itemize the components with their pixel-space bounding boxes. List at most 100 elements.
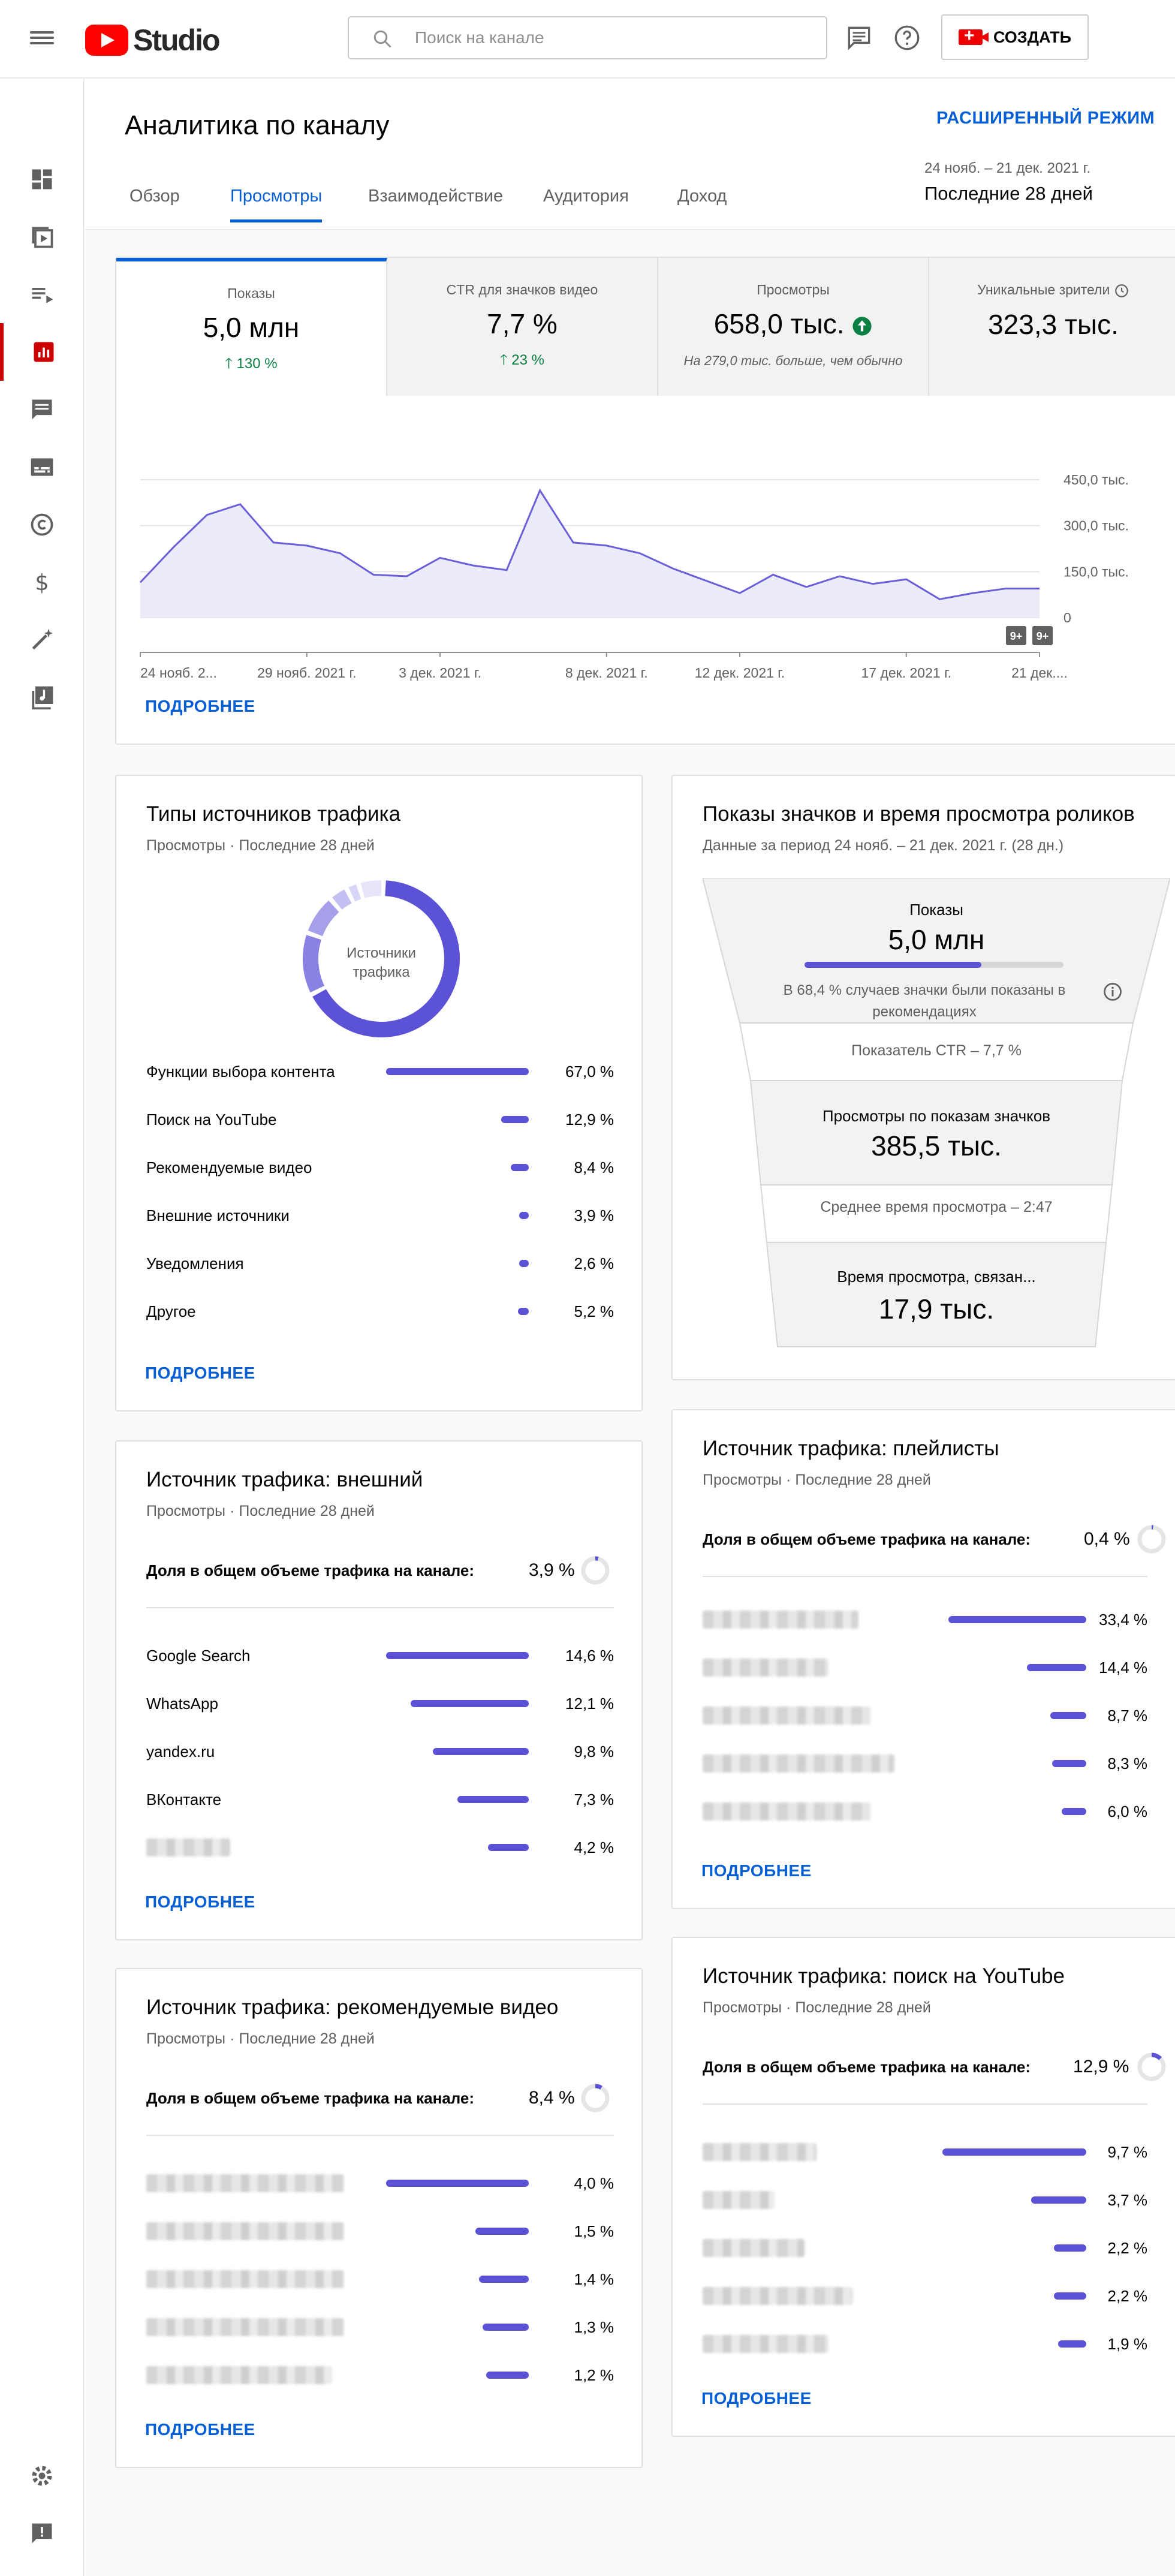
date-range-picker[interactable]: 24 нояб. – 21 дек. 2021 г. Последние 28 …	[924, 160, 1093, 204]
list-item[interactable]: 33,4 %	[703, 1607, 1147, 1631]
list-item[interactable]: 4,2 %	[146, 1835, 614, 1859]
data-point[interactable]	[338, 552, 342, 555]
list-item[interactable]: 1,2 %	[146, 2363, 614, 2387]
list-item[interactable]: 6,0 %	[703, 1799, 1147, 1823]
list-item[interactable]: Рекомендуемые видео 8,4 %	[146, 1155, 614, 1179]
advanced-mode-link[interactable]: РАСШИРЕННЫЙ РЕЖИМ	[936, 109, 1155, 128]
data-point[interactable]	[405, 574, 408, 578]
settings-icon[interactable]	[0, 2447, 84, 2505]
data-point[interactable]	[1038, 586, 1041, 590]
metric-views[interactable]: Просмотры 658,0 тыс. На 279,0 тыс. больш…	[658, 258, 929, 396]
analytics-icon[interactable]	[0, 323, 84, 381]
donut-slice[interactable]	[308, 900, 339, 937]
list-item[interactable]: ВКонтакте 7,3 %	[146, 1787, 614, 1811]
dashboard-icon[interactable]	[0, 151, 84, 208]
data-point[interactable]	[1004, 586, 1008, 590]
list-item[interactable]: 3,7 %	[703, 2187, 1147, 2211]
data-point[interactable]	[505, 568, 508, 572]
studio-logo[interactable]: Studio	[85, 23, 221, 58]
data-point[interactable]	[138, 580, 142, 584]
content-icon[interactable]	[0, 208, 84, 266]
data-point[interactable]	[938, 597, 941, 601]
reach-line-chart[interactable]: 450,0 тыс. 300,0 тыс. 150,0 тыс. 0 24 нояб. …	[128, 438, 1165, 690]
list-item[interactable]: Google Search 14,6 %	[146, 1643, 614, 1667]
list-item[interactable]: 1,4 %	[146, 2267, 614, 2291]
list-item[interactable]: 1,5 %	[146, 2219, 614, 2243]
data-point[interactable]	[239, 502, 242, 506]
tab-revenue[interactable]: Доход	[677, 186, 727, 219]
list-item[interactable]: WhatsApp 12,1 %	[146, 1691, 614, 1715]
more-link[interactable]: ПОДРОБНЕЕ	[145, 2420, 255, 2439]
list-item[interactable]: Внешние источники 3,9 %	[146, 1203, 614, 1227]
list-item[interactable]: Поиск на YouTube 12,9 %	[146, 1107, 614, 1131]
data-point[interactable]	[704, 579, 708, 583]
tab-overview[interactable]: Обзор	[129, 186, 180, 219]
row-bar	[457, 1796, 529, 1803]
metric-impressions[interactable]: Показы 5,0 млн 🡑 130 %	[116, 258, 387, 396]
data-point[interactable]	[838, 574, 842, 578]
subtitles-icon[interactable]	[0, 438, 84, 496]
data-point[interactable]	[172, 545, 176, 549]
data-point[interactable]	[205, 513, 209, 517]
customization-icon[interactable]	[0, 611, 84, 669]
data-point[interactable]	[971, 591, 975, 595]
search-input[interactable]	[415, 17, 811, 58]
messages-icon[interactable]	[844, 23, 874, 53]
list-item[interactable]: 2,2 %	[703, 2235, 1147, 2259]
menu-icon[interactable]	[30, 28, 54, 49]
monetization-icon[interactable]: $	[0, 553, 84, 611]
metric-unique-viewers[interactable]: Уникальные зрители 323,3 тыс.	[929, 258, 1175, 396]
more-link[interactable]: ПОДРОБНЕЕ	[145, 1364, 255, 1383]
search-box[interactable]	[348, 16, 827, 59]
data-point[interactable]	[571, 541, 575, 544]
feedback-icon[interactable]	[0, 2505, 84, 2562]
donut-slice[interactable]	[303, 935, 325, 993]
list-item[interactable]: 1,9 %	[703, 2331, 1147, 2355]
donut-slice[interactable]	[332, 889, 352, 910]
data-point[interactable]	[605, 544, 608, 547]
more-link[interactable]: ПОДРОБНЕЕ	[145, 697, 255, 716]
metric-ctr[interactable]: CTR для значков видео 7,7 % 🡑 23 %	[387, 258, 658, 396]
data-point[interactable]	[671, 567, 675, 570]
list-item[interactable]: 1,3 %	[146, 2315, 614, 2339]
data-point[interactable]	[305, 544, 309, 547]
data-point[interactable]	[638, 552, 641, 555]
data-point[interactable]	[438, 556, 442, 559]
list-item[interactable]: 9,7 %	[703, 2139, 1147, 2163]
info-icon[interactable]	[1102, 981, 1123, 1003]
list-item[interactable]: Уведомления 2,6 %	[146, 1251, 614, 1275]
list-item[interactable]: Другое 5,2 %	[146, 1299, 614, 1323]
list-item[interactable]: 8,3 %	[703, 1751, 1147, 1775]
copyright-icon[interactable]	[0, 496, 84, 553]
data-point[interactable]	[538, 489, 542, 492]
more-link[interactable]: ПОДРОБНЕЕ	[701, 2389, 812, 2408]
data-point[interactable]	[472, 564, 475, 567]
create-button[interactable]: СОЗДАТЬ	[941, 14, 1089, 60]
comments-icon[interactable]	[0, 381, 84, 438]
audio-library-icon[interactable]	[0, 669, 84, 726]
data-point[interactable]	[772, 573, 775, 576]
tab-engagement[interactable]: Взаимодействие	[368, 186, 503, 219]
data-point[interactable]	[372, 573, 375, 576]
list-item[interactable]: yandex.ru 9,8 %	[146, 1739, 614, 1763]
list-item[interactable]: 4,0 %	[146, 2171, 614, 2195]
tab-reach[interactable]: Просмотры	[230, 186, 323, 222]
share-value: 3,9 %	[529, 1560, 575, 1580]
donut-slice[interactable]	[348, 884, 361, 902]
data-point[interactable]	[905, 577, 908, 581]
playlists-icon[interactable]	[0, 266, 84, 323]
tab-audience[interactable]: Аудитория	[543, 186, 629, 219]
more-link[interactable]: ПОДРОБНЕЕ	[145, 1892, 255, 1912]
data-point[interactable]	[871, 582, 875, 586]
data-point[interactable]	[805, 585, 808, 589]
help-icon[interactable]	[892, 23, 922, 53]
data-point[interactable]	[272, 541, 275, 544]
list-item[interactable]: 14,4 %	[703, 1655, 1147, 1679]
more-link[interactable]: ПОДРОБНЕЕ	[701, 1861, 812, 1880]
list-item[interactable]: 8,7 %	[703, 1703, 1147, 1727]
card-subtitle: Просмотры · Последние 28 дней	[703, 1999, 931, 2016]
list-item[interactable]: 2,2 %	[703, 2283, 1147, 2307]
donut-slice[interactable]	[360, 880, 382, 898]
data-point[interactable]	[738, 591, 742, 595]
list-item[interactable]: Функции выбора контента 67,0 %	[146, 1059, 614, 1083]
